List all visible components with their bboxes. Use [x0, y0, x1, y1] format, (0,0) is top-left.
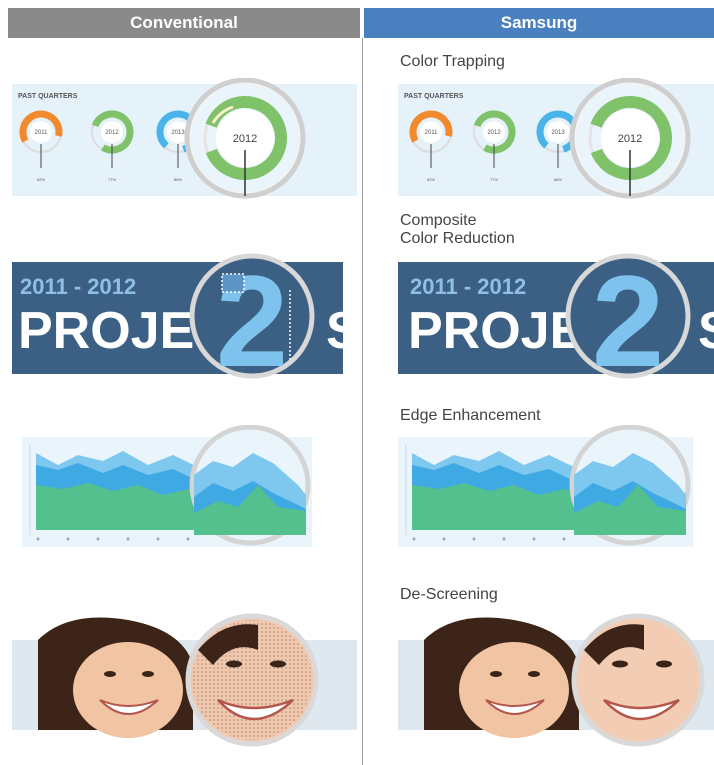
color-reduction-conventional: 2011 - 2012 PROJEC S 2: [8, 250, 363, 385]
header-conventional: Conventional: [8, 8, 360, 38]
svg-text:2011 - 2012: 2011 - 2012: [410, 274, 526, 299]
label-de-screening: De-Screening: [400, 586, 498, 603]
edge-enhancement-samsung: [398, 425, 714, 560]
svg-text:2012: 2012: [618, 133, 642, 145]
past-quarters-title: PAST QUARTERS: [18, 93, 78, 100]
magnifier-lens: 2012: [184, 78, 306, 199]
label-color-trapping: Color Trapping: [400, 53, 505, 70]
label-edge-enhancement: Edge Enhancement: [400, 407, 541, 424]
svg-text:2012: 2012: [105, 130, 119, 136]
svg-text:2011: 2011: [35, 130, 49, 136]
svg-text:86%: 86%: [174, 177, 182, 182]
color-trapping-conventional: PAST QUARTERS 2011 62% 2012 77% 2013 86%: [8, 78, 363, 208]
svg-text:2: 2: [592, 250, 664, 385]
svg-text:86%: 86%: [554, 177, 562, 182]
svg-text:2012: 2012: [487, 130, 501, 136]
banner-years: 2011 - 2012: [20, 274, 136, 299]
svg-text:2013: 2013: [551, 130, 565, 136]
svg-text:2013: 2013: [171, 130, 185, 136]
color-trapping-samsung: PAST QUARTERS 2011 62% 2012 77% 2013 86%: [398, 78, 714, 208]
de-screening-samsung: [398, 610, 714, 760]
svg-text:62%: 62%: [37, 177, 45, 182]
header-samsung: Samsung: [364, 8, 714, 38]
svg-text:PAST QUARTERS: PAST QUARTERS: [404, 93, 464, 100]
svg-text:S: S: [326, 302, 361, 360]
svg-text:77%: 77%: [490, 177, 498, 182]
label-composite: Composite: [400, 212, 477, 229]
magnifier-lens: [189, 425, 311, 546]
edge-enhancement-conventional: [8, 425, 363, 560]
svg-text:2: 2: [216, 250, 288, 385]
magnifier-lens: [185, 613, 319, 747]
color-reduction-samsung: 2011 - 2012 PROJEC S 2: [398, 250, 714, 385]
svg-text:62%: 62%: [427, 177, 435, 182]
svg-text:2012: 2012: [233, 133, 257, 145]
label-color-reduction: Color Reduction: [400, 230, 515, 247]
de-screening-conventional: [8, 610, 363, 760]
svg-text:2011: 2011: [425, 130, 439, 136]
photo-face: [38, 617, 193, 738]
svg-text:S: S: [698, 302, 714, 360]
svg-text:77%: 77%: [108, 177, 116, 182]
